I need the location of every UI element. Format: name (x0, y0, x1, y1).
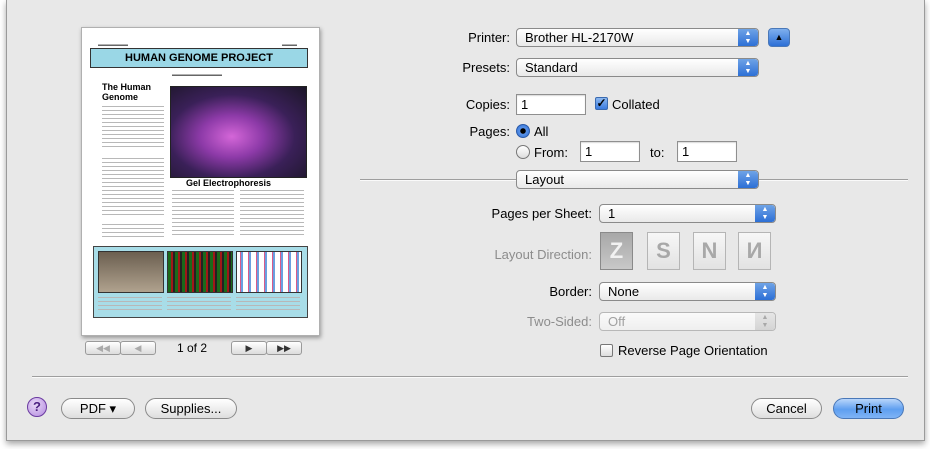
footer-divider (32, 376, 908, 378)
collated-checkbox[interactable]: ✓ (595, 97, 608, 110)
presets-value: Standard (525, 60, 578, 75)
direction-reverse-z-icon[interactable]: S (647, 232, 680, 270)
preview-lab-photo (98, 251, 164, 293)
updown-arrows-icon: ▲ ▼ (738, 59, 758, 76)
pages-to-label: to: (650, 145, 665, 160)
copies-field[interactable]: 1 (516, 94, 586, 115)
pages-from-field[interactable]: 1 (580, 141, 640, 162)
updown-arrows-icon: ▲ ▼ (738, 171, 758, 188)
preview-gel-image (170, 86, 307, 178)
last-page-button[interactable]: ▶▶ (266, 341, 302, 355)
direction-n-icon[interactable]: N (693, 232, 726, 270)
printer-label: Printer: (468, 30, 510, 45)
preview-text-block (172, 190, 234, 238)
two-sided-popup[interactable]: Off ▲ ▼ (599, 312, 776, 331)
preview-caption (167, 297, 231, 311)
print-dialog: ▬▬▬▬▬▬ ▬▬▬ HUMAN GENOME PROJECT ▬▬▬▬▬▬▬▬… (6, 0, 925, 441)
preview-text-block (102, 224, 164, 240)
reverse-orientation-label: Reverse Page Orientation (618, 343, 768, 358)
next-page-button[interactable]: ▶ (231, 341, 267, 355)
preview-caption (98, 297, 162, 311)
print-button[interactable]: Print (833, 398, 904, 419)
direction-z-icon[interactable]: Z (600, 232, 633, 270)
cancel-button[interactable]: Cancel (751, 398, 822, 419)
pages-from-radio[interactable] (516, 145, 530, 159)
layout-direction-label: Layout Direction: (494, 247, 592, 262)
preview-text-block (102, 106, 164, 150)
direction-reverse-n-icon[interactable]: И (738, 232, 771, 270)
presets-label: Presets: (462, 60, 510, 75)
supplies-button[interactable]: Supplies... (145, 398, 237, 419)
first-page-button[interactable]: ◀◀ (85, 341, 121, 355)
printer-popup[interactable]: Brother HL-2170W ▲ ▼ (516, 28, 759, 47)
pages-per-sheet-popup[interactable]: 1 ▲ ▼ (599, 204, 776, 223)
border-popup[interactable]: None ▲ ▼ (599, 282, 776, 301)
preview-text-block (240, 190, 304, 238)
copies-label: Copies: (465, 97, 510, 112)
updown-arrows-icon: ▲ ▼ (755, 205, 775, 222)
collated-label: Collated (612, 97, 660, 112)
pages-label: Pages: (469, 124, 510, 139)
preview-banner-title: HUMAN GENOME PROJECT (90, 48, 308, 68)
preview-text-block (102, 158, 164, 218)
print-options-value: Layout (525, 172, 565, 187)
updown-arrows-icon: ▲ ▼ (738, 29, 758, 46)
printer-value: Brother HL-2170W (525, 30, 634, 45)
preview-sequence-chart (236, 251, 302, 293)
print-preview-page: ▬▬▬▬▬▬ ▬▬▬ HUMAN GENOME PROJECT ▬▬▬▬▬▬▬▬… (81, 27, 320, 336)
print-options-popup[interactable]: Layout ▲ ▼ (516, 170, 759, 189)
preview-subheader: ▬▬▬▬▬▬▬▬▬▬ (172, 72, 222, 78)
updown-arrows-icon: ▲ ▼ (755, 313, 775, 330)
preview-microarray-image (167, 251, 233, 293)
pdf-menu-button[interactable]: PDF ▾ (61, 398, 135, 419)
pages-all-label: All (534, 124, 549, 139)
two-sided-value: Off (608, 314, 626, 329)
pages-per-sheet-label: Pages per Sheet: (491, 206, 592, 221)
pages-all-radio[interactable] (516, 124, 530, 138)
preview-image-strip (93, 246, 308, 318)
pages-to-field[interactable]: 1 (677, 141, 737, 162)
updown-arrows-icon: ▲ ▼ (755, 283, 775, 300)
border-value: None (608, 284, 640, 299)
two-sided-label: Two-Sided: (526, 314, 592, 329)
pages-per-sheet-value: 1 (608, 206, 616, 221)
triangle-up-icon[interactable]: ▲ (768, 28, 790, 47)
presets-popup[interactable]: Standard ▲ ▼ (516, 58, 759, 77)
border-label: Border: (549, 284, 592, 299)
preview-heading-human-genome: The Human Genome (102, 82, 152, 102)
pages-from-label: From: (534, 145, 568, 160)
page-indicator: 1 of 2 (177, 341, 208, 355)
reverse-orientation-checkbox[interactable] (600, 344, 613, 357)
help-button[interactable]: ? (27, 397, 47, 417)
preview-caption (236, 297, 300, 311)
preview-heading-gel: Gel Electrophoresis (186, 178, 272, 188)
previous-page-button[interactable]: ◀ (120, 341, 156, 355)
